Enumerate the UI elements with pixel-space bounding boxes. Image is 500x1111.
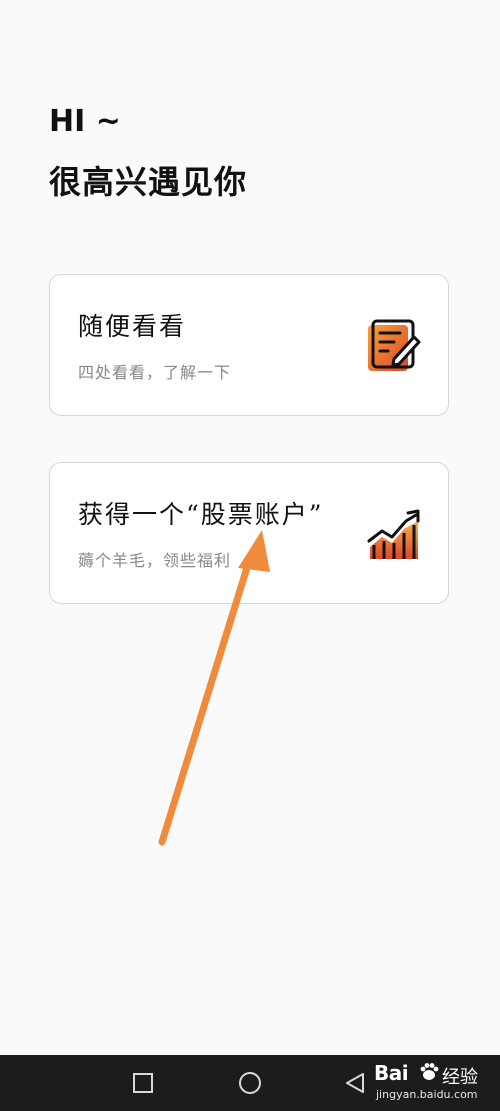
watermark-jingyan-text: 经验 (442, 1067, 478, 1088)
browse-card-title: 随便看看 (78, 312, 187, 341)
triangle-back-icon (346, 1073, 364, 1093)
watermark-url: jingyan.baidu.com (376, 1088, 478, 1101)
recent-apps-button[interactable] (127, 1067, 159, 1099)
home-button[interactable] (234, 1067, 266, 1099)
browse-card-subtitle: 四处看看，了解一下 (78, 363, 232, 382)
edit-note-icon (368, 319, 421, 371)
stock-account-card-subtitle: 薅个羊毛，领些福利 (78, 551, 232, 570)
watermark-logo-text: Bai (374, 1061, 409, 1085)
stock-account-card[interactable]: 获得一个“股票账户” 薅个羊毛，领些福利 (49, 462, 449, 604)
trending-chart-icon (367, 509, 420, 559)
system-navigation-bar: Bai 经验 jingyan.baidu.com (0, 1055, 500, 1111)
circle-icon (239, 1072, 261, 1094)
baidu-jingyan-watermark: Bai 经验 jingyan.baidu.com (372, 1057, 492, 1107)
greeting-text: HI ~ (49, 104, 121, 139)
back-button[interactable] (339, 1067, 371, 1099)
page-title: 很高兴遇见你 (49, 163, 248, 201)
paw-icon (420, 1063, 439, 1080)
stock-account-card-title: 获得一个“股票账户” (78, 500, 324, 529)
browse-card[interactable]: 随便看看 四处看看，了解一下 (49, 274, 449, 416)
square-icon (133, 1073, 153, 1093)
